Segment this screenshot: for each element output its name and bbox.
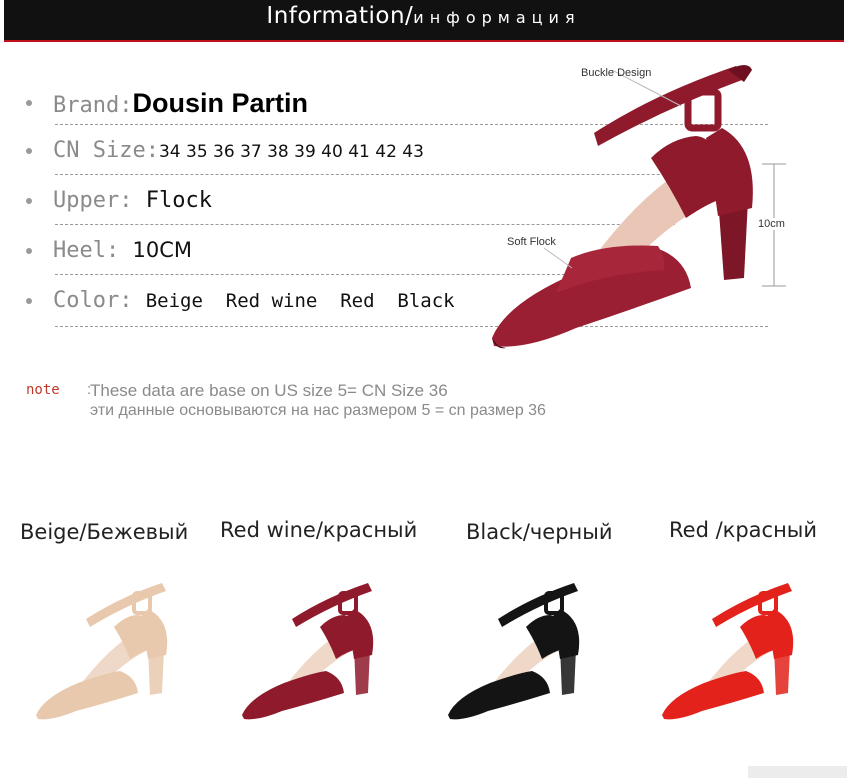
title-russian: информация: [413, 8, 581, 27]
bullet-icon: [26, 100, 32, 106]
page-title: Information/информация: [0, 0, 847, 34]
callout-buckle: Buckle Design: [581, 67, 652, 79]
spec-label-size: CN Size:: [53, 138, 159, 163]
callout-flock: Soft Flock: [507, 236, 556, 248]
bullet-icon: [26, 298, 32, 304]
spec-value-brand: Dousin Partin: [132, 88, 308, 118]
spec-label-heel: Heel:: [53, 238, 120, 263]
note-text-russian: эти данные основываются на нас размером …: [90, 402, 546, 419]
spec-label-color: Color:: [53, 288, 133, 313]
variant-label-beige: Beige/Бежевый: [20, 520, 189, 544]
variant-label-black: Black/черный: [466, 520, 613, 544]
corner-decoration: [748, 766, 847, 778]
spec-value-color: Beige Red wine Red Black: [145, 290, 455, 312]
bullet-icon: [26, 148, 32, 154]
spec-value-size: 34 35 36 37 38 39 40 41 42 43: [158, 142, 424, 162]
spec-label-upper: Upper:: [53, 188, 133, 213]
variant-shoe-red-wine[interactable]: [236, 575, 396, 735]
spec-label-brand: Brand:: [53, 93, 133, 118]
note-label: note: [26, 382, 60, 398]
note-text-english: These data are base on US size 5= CN Siz…: [90, 381, 448, 400]
header-accent-rule: [4, 40, 844, 42]
hero-shoe-image: [486, 58, 796, 358]
bullet-icon: [26, 198, 32, 204]
callout-height: 10cm: [758, 218, 785, 230]
variant-shoe-beige[interactable]: [30, 575, 190, 735]
spec-value-heel: 10CM: [132, 238, 192, 262]
variant-label-red: Red /красный: [669, 518, 818, 542]
variant-shoe-red[interactable]: [656, 575, 816, 735]
variant-shoe-black[interactable]: [442, 575, 602, 735]
bullet-icon: [26, 248, 32, 254]
title-english: Information/: [266, 3, 414, 29]
variant-label-red-wine: Red wine/красный: [220, 518, 418, 542]
spec-value-upper: Flock: [145, 188, 212, 213]
